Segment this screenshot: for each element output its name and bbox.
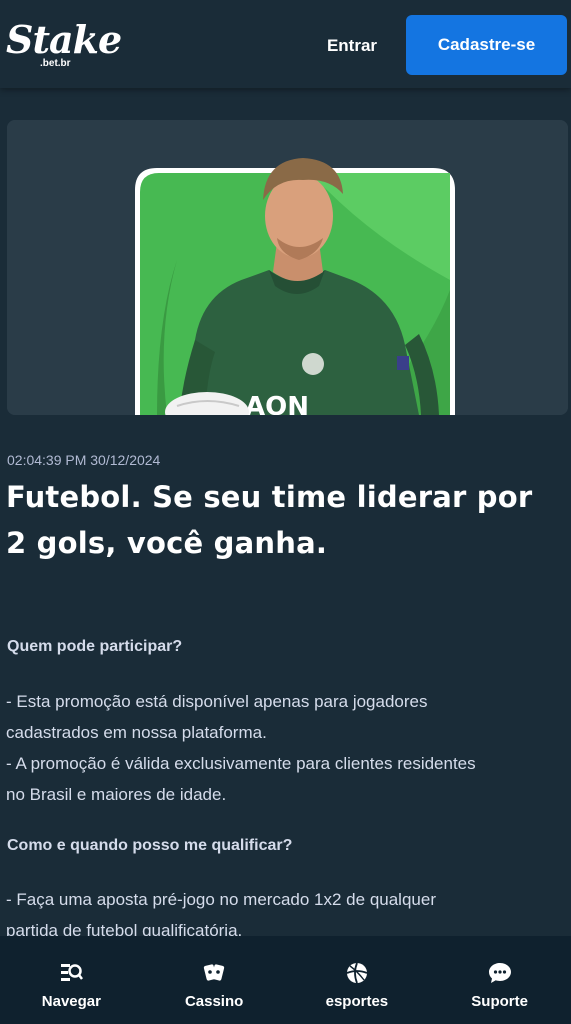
sports-ball-icon [346,962,368,984]
register-button[interactable]: Cadastre-se [406,15,567,75]
section-heading-eligibility: Quem pode participar? [7,638,183,655]
browse-icon [61,964,84,981]
paragraph-line: - Esta promoção está disponível apenas p… [6,692,428,711]
promotion-article: AON 02:04:39 PM 30/12/2024 Futebol. Se s… [0,88,571,936]
section-heading-qualification: Como e quando posso me qualificar? [7,837,293,854]
jersey-sponsor-text: AON [245,392,309,415]
article-title: Futebol. Se seu time liderar por 2 gols,… [6,480,533,560]
nav-label: Suporte [471,993,528,1010]
top-bar: Stake .bet.br Entrar Cadastre-se [0,0,571,88]
logo-wordmark: Stake [6,17,122,62]
nav-item-support[interactable]: Suporte [428,936,571,1024]
nav-label: esportes [325,993,389,1010]
nav-item-browse[interactable]: Navegar [0,936,143,1024]
nav-item-casino[interactable]: Cassino [143,936,286,1024]
publish-timestamp: 02:04:39 PM 30/12/2024 [7,452,161,468]
bottom-navigation: Navegar Cassino esportes Suporte [0,936,571,1024]
promo-banner-image: AON [7,120,568,415]
paragraph-line: no Brasil e maiores de idade. [6,785,227,804]
nav-label: Navegar [41,993,101,1010]
nav-item-sports[interactable]: esportes [286,936,429,1024]
paragraph-line: partida de futebol qualificatória. [6,921,243,936]
nav-label: Cassino [184,993,244,1010]
login-button[interactable]: Entrar [310,24,394,68]
stake-logo[interactable]: Stake .bet.br [6,18,122,74]
paragraph-line: cadastrados em nossa plataforma. [6,723,267,742]
paragraph-line: - Faça uma aposta pré-jogo no mercado 1x… [6,890,436,909]
goalkeeper-illustration: AON [7,120,568,415]
logo-domain: .bet.br [40,58,71,69]
chat-icon [488,963,511,983]
paragraph-line: - A promoção é válida exclusivamente par… [6,754,476,773]
cards-icon [204,964,225,981]
